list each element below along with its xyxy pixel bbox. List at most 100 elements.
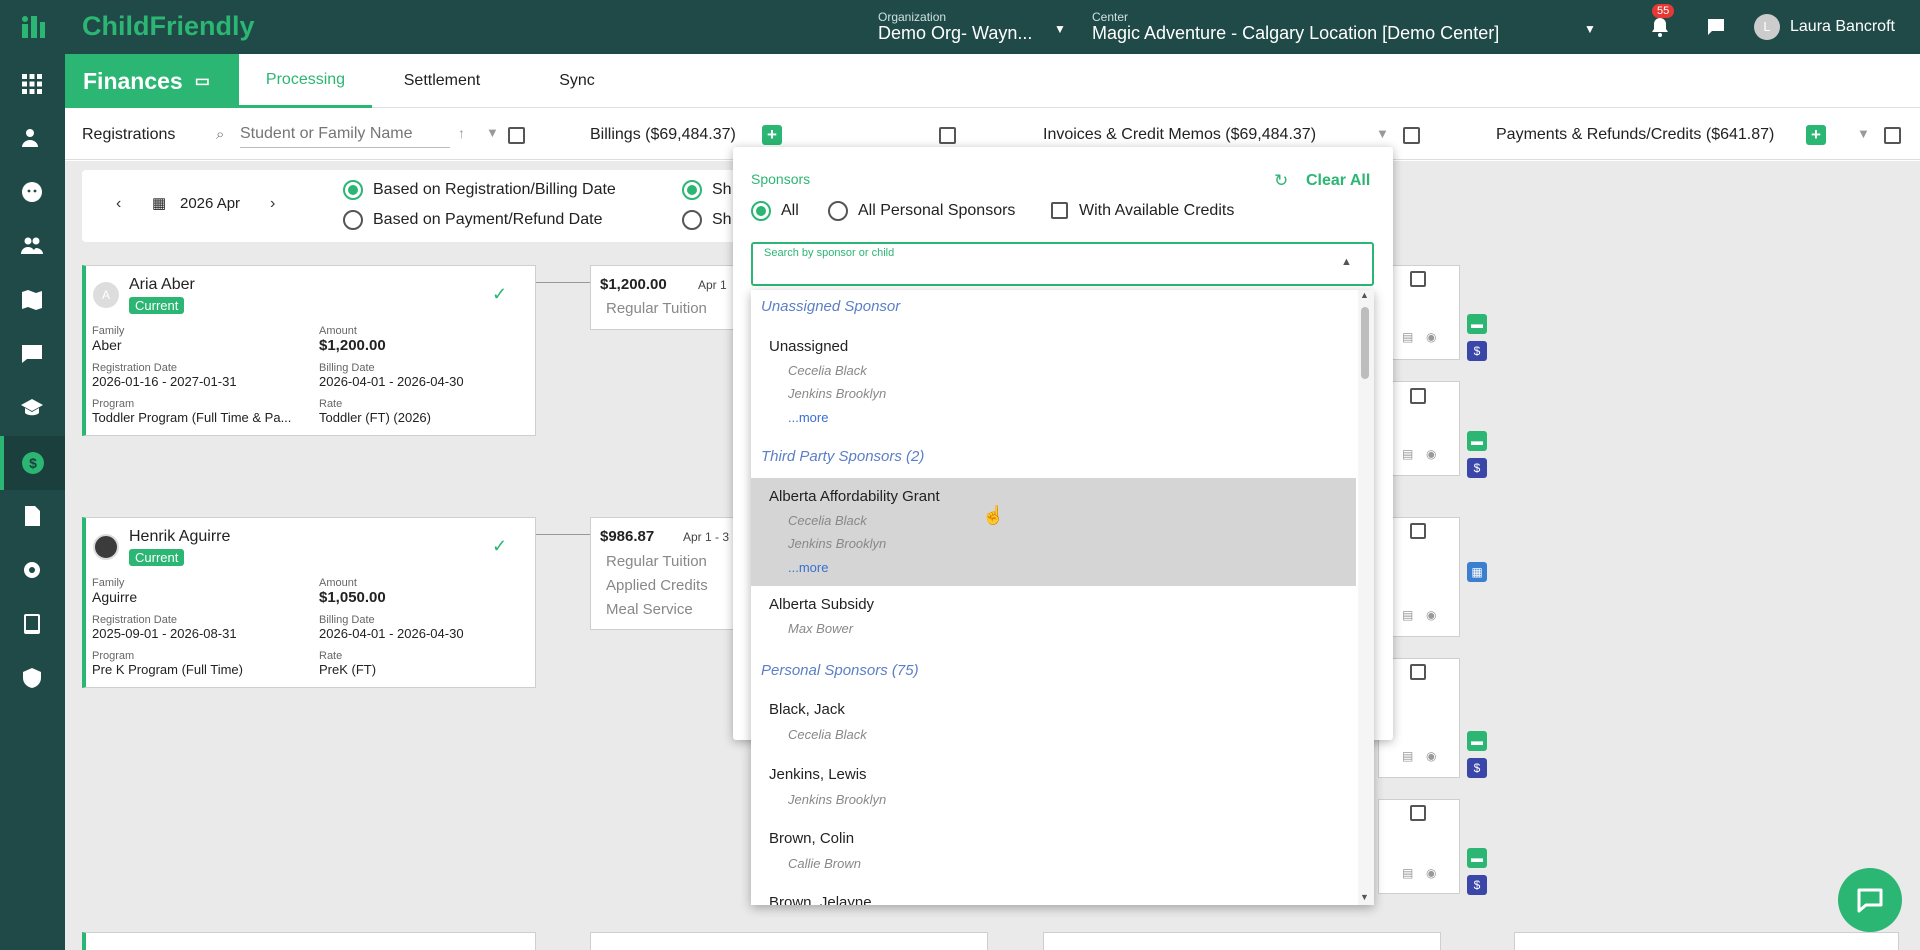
sort-arrow-up-icon[interactable]: ↑ — [458, 125, 465, 141]
billings-select-all-checkbox[interactable] — [939, 127, 956, 144]
user-name[interactable]: Laura Bancroft — [1790, 18, 1895, 36]
user-avatar[interactable]: L — [1754, 14, 1780, 40]
student-search-input[interactable] — [240, 120, 450, 148]
child-name[interactable]: Henrik Aguirre — [129, 528, 230, 546]
invoice-card[interactable] — [1043, 932, 1441, 950]
billing-date: Apr 1 - 3 — [683, 530, 730, 544]
scroll-up-arrow-icon[interactable]: ▲ — [1360, 290, 1369, 300]
payment-filter-funnel-icon[interactable]: ▼ — [1857, 126, 1870, 141]
print-icon[interactable]: ▤ — [1402, 330, 1413, 344]
next-month-chevron-icon[interactable]: › — [270, 195, 275, 213]
filter-funnel-icon[interactable]: ▼ — [486, 125, 499, 140]
org-chevron-down-icon[interactable]: ▼ — [1054, 22, 1066, 36]
print-icon[interactable]: ▤ — [1402, 866, 1413, 880]
refresh-icon[interactable]: ↻ — [1274, 171, 1288, 191]
calendar-icon[interactable]: ▦ — [152, 194, 166, 212]
billing-card[interactable] — [590, 265, 740, 330]
clear-all-button[interactable]: Clear All — [1306, 172, 1370, 190]
billing-card[interactable] — [590, 932, 988, 950]
user-check-icon[interactable] — [18, 124, 46, 152]
chat-icon[interactable] — [1706, 17, 1726, 42]
chevron-up-icon[interactable]: ▲ — [1341, 256, 1352, 268]
payment-card-icon[interactable]: ▬ — [1467, 431, 1487, 451]
app-switcher-icon[interactable] — [20, 14, 46, 45]
show-option-radio-2[interactable] — [682, 210, 702, 230]
add-billing-button[interactable]: + — [762, 125, 782, 145]
sponsor-option[interactable]: Black, Jack — [769, 701, 845, 718]
view-icon[interactable]: ◉ — [1426, 608, 1436, 622]
family-label: Family — [92, 325, 125, 337]
invoices-select-all-checkbox[interactable] — [1403, 127, 1420, 144]
tablet-icon[interactable] — [18, 610, 46, 638]
settings-gear-icon[interactable] — [18, 556, 46, 584]
payments-select-all-checkbox[interactable] — [1884, 127, 1901, 144]
child-name[interactable]: Aria Aber — [129, 276, 195, 294]
support-chat-button[interactable] — [1838, 868, 1902, 932]
print-icon[interactable]: ▤ — [1402, 608, 1413, 622]
payment-card[interactable] — [1514, 932, 1899, 950]
sponsor-option[interactable]: Unassigned — [769, 338, 848, 355]
education-icon[interactable] — [18, 394, 46, 422]
view-icon[interactable]: ◉ — [1426, 749, 1436, 763]
invoice-checkbox[interactable] — [1410, 271, 1426, 287]
registrations-select-all-checkbox[interactable] — [508, 127, 525, 144]
tab-settlement[interactable]: Settlement — [386, 54, 498, 108]
sponsor-option[interactable]: Alberta Affordability Grant — [769, 488, 940, 505]
more-link[interactable]: ...more — [788, 560, 828, 575]
sponsor-option[interactable]: Brown, Jelayne — [769, 894, 872, 905]
app-logo[interactable]: ChildFriendly — [82, 11, 255, 42]
tab-sync[interactable]: Sync — [521, 54, 633, 108]
view-icon[interactable]: ◉ — [1426, 330, 1436, 344]
shield-settings-icon[interactable] — [18, 664, 46, 692]
document-icon[interactable] — [18, 502, 46, 530]
tab-processing[interactable]: Processing — [239, 54, 372, 108]
print-icon[interactable]: ▤ — [1402, 749, 1413, 763]
calendar-payment-icon[interactable]: ▦ — [1467, 562, 1487, 582]
invoice-checkbox[interactable] — [1410, 805, 1426, 821]
finances-dollar-icon[interactable]: $ — [0, 436, 65, 490]
view-icon[interactable]: ◉ — [1426, 447, 1436, 461]
center-chevron-down-icon[interactable]: ▼ — [1584, 22, 1596, 36]
sponsor-child: Cecelia Black — [788, 363, 867, 378]
registration-card[interactable] — [82, 932, 536, 950]
sponsor-option[interactable]: Jenkins, Lewis — [769, 766, 867, 783]
dollar-icon[interactable]: $ — [1467, 875, 1487, 895]
scroll-down-arrow-icon[interactable]: ▼ — [1360, 892, 1369, 902]
month-label[interactable]: 2026 Apr — [180, 195, 240, 212]
org-select[interactable]: Demo Org- Wayn... — [878, 23, 1032, 44]
sponsor-all-radio[interactable] — [751, 201, 771, 221]
payment-card-icon[interactable]: ▬ — [1467, 848, 1487, 868]
more-link[interactable]: ...more — [788, 410, 828, 425]
show-option-radio-1[interactable] — [682, 180, 702, 200]
family-value: Aber — [92, 337, 122, 353]
tablet-mode-icon[interactable]: ▭ — [195, 71, 210, 91]
child-face-icon[interactable] — [18, 178, 46, 206]
view-icon[interactable]: ◉ — [1426, 866, 1436, 880]
payment-card-icon[interactable]: ▬ — [1467, 731, 1487, 751]
invoice-filter-funnel-icon[interactable]: ▼ — [1376, 126, 1389, 141]
personal-sponsors-radio[interactable] — [828, 201, 848, 221]
invoice-checkbox[interactable] — [1410, 664, 1426, 680]
available-credits-checkbox[interactable] — [1051, 202, 1068, 219]
sponsor-option[interactable]: Alberta Subsidy — [769, 596, 874, 613]
add-payment-button[interactable]: + — [1806, 125, 1826, 145]
dollar-icon[interactable]: $ — [1467, 341, 1487, 361]
sponsor-option[interactable]: Brown, Colin — [769, 830, 854, 847]
payment-card-icon[interactable]: ▬ — [1467, 314, 1487, 334]
invoice-checkbox[interactable] — [1410, 523, 1426, 539]
payment-date-radio[interactable] — [343, 210, 363, 230]
invoice-checkbox[interactable] — [1410, 388, 1426, 404]
scrollbar-thumb[interactable] — [1361, 307, 1369, 379]
dollar-icon[interactable]: $ — [1467, 758, 1487, 778]
center-select[interactable]: Magic Adventure - Calgary Location [Demo… — [1092, 23, 1499, 44]
book-map-icon[interactable] — [18, 286, 46, 314]
prev-month-chevron-icon[interactable]: ‹ — [116, 195, 121, 213]
family-icon[interactable] — [18, 232, 46, 260]
bell-icon[interactable] — [1650, 16, 1670, 43]
print-icon[interactable]: ▤ — [1402, 447, 1413, 461]
scrollbar-track[interactable] — [1358, 290, 1374, 905]
dashboard-grid-icon[interactable] — [18, 70, 46, 98]
registration-date-radio[interactable] — [343, 180, 363, 200]
messages-icon[interactable] — [18, 340, 46, 368]
dollar-icon[interactable]: $ — [1467, 458, 1487, 478]
